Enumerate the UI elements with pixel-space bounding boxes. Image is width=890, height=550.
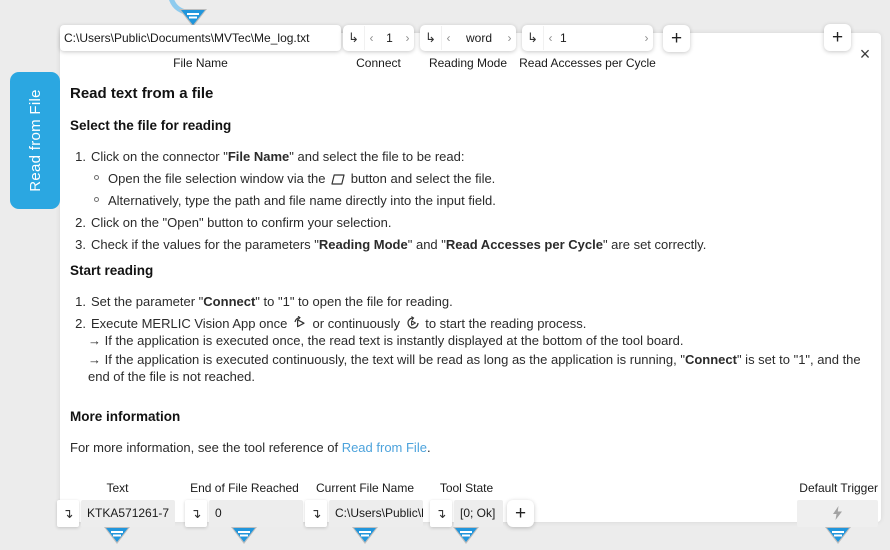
output-connector-icon[interactable]: ↴ <box>305 500 327 527</box>
connector-triangle-icon[interactable] <box>452 526 480 545</box>
connect-label: Connect <box>343 56 414 70</box>
connector-triangle-icon[interactable] <box>824 526 852 545</box>
output-eof: ↴ 0 <box>185 500 303 527</box>
execute-once-icon <box>293 316 307 330</box>
list-item-text: Click on the connector "File Name" and s… <box>91 148 464 165</box>
read-accesses-decrement-button[interactable]: ‹ <box>544 31 557 45</box>
output-tool-state-value: [0; Ok] <box>454 500 503 527</box>
output-current-file-value: C:\Users\Public\Documents\MVTec\Me_log.t… <box>329 500 423 527</box>
list-marker: 3. <box>70 236 86 253</box>
list-item-text: Alternatively, type the path and file na… <box>108 192 496 209</box>
read-accesses-label: Read Accesses per Cycle <box>507 56 668 70</box>
output-connector-icon[interactable]: ↴ <box>185 500 207 527</box>
output-label-current-file: Current File Name <box>305 481 425 495</box>
file-name-input[interactable] <box>60 25 341 51</box>
reading-mode-parameter: ↳ ‹ word › <box>420 25 516 51</box>
output-current-file: ↴ C:\Users\Public\Documents\MVTec\Me_log… <box>305 500 423 527</box>
reading-mode-next-button[interactable]: › <box>503 31 516 45</box>
list-item: Alternatively, type the path and file na… <box>70 192 872 209</box>
default-trigger-button[interactable] <box>797 500 878 527</box>
output-text-value: KTKA571261-7 <box>81 500 175 527</box>
list-item-text: Execute MERLIC Vision App once or contin… <box>91 315 586 332</box>
reading-mode-value[interactable]: word <box>455 31 503 45</box>
list-item: 1. Click on the connector "File Name" an… <box>70 148 872 165</box>
execute-continuously-icon <box>406 316 420 330</box>
connector-triangle-icon[interactable] <box>351 526 379 545</box>
output-label-eof: End of File Reached <box>185 481 304 495</box>
list-item-text: Open the file selection window via the b… <box>108 170 495 187</box>
close-icon[interactable]: × <box>855 44 875 64</box>
read-accesses-increment-button[interactable]: › <box>640 31 653 45</box>
lightning-bolt-icon <box>832 506 843 521</box>
file-name-label: File Name <box>60 56 341 70</box>
output-tool-state: ↴ [0; Ok] <box>430 500 503 527</box>
connector-arrow-icon[interactable]: ↳ <box>420 26 442 50</box>
connect-increment-button[interactable]: › <box>401 31 414 45</box>
section-heading-more-information: More information <box>70 409 872 424</box>
add-parameter-button[interactable]: + <box>663 25 690 52</box>
tool-tab-label: Read from File <box>27 89 44 192</box>
section-heading-select-file: Select the file for reading <box>70 118 872 133</box>
section-heading-start-reading: Start reading <box>70 263 872 278</box>
list-marker: 1. <box>70 148 86 165</box>
note-line: → If the application is executed once, t… <box>70 332 872 349</box>
default-trigger-label: Default Trigger <box>750 481 878 495</box>
open-file-dialog-icon <box>331 174 345 185</box>
output-text: ↴ KTKA571261-7 <box>57 500 175 527</box>
read-accesses-value[interactable]: 1 <box>557 31 640 45</box>
tool-tab-read-from-file[interactable]: Read from File <box>10 72 60 209</box>
output-label-tool-state: Tool State <box>430 481 503 495</box>
doc-title: Read text from a file <box>70 85 872 102</box>
connector-arrow-icon[interactable]: ↳ <box>343 26 365 50</box>
list-item: 2. Click on the "Open" button to confirm… <box>70 214 872 231</box>
output-connector-icon[interactable]: ↴ <box>430 500 452 527</box>
add-output-button[interactable]: + <box>507 500 534 527</box>
output-eof-value: 0 <box>209 500 303 527</box>
tool-documentation: Read text from a file Select the file fo… <box>70 85 872 456</box>
reading-mode-label: Reading Mode <box>420 56 516 70</box>
add-connector-button[interactable]: + <box>824 24 851 51</box>
reading-mode-prev-button[interactable]: ‹ <box>442 31 455 45</box>
list-marker: 1. <box>70 293 86 310</box>
list-marker: 2. <box>70 315 86 332</box>
list-marker: 2. <box>70 214 86 231</box>
input-connector-wire[interactable] <box>163 0 225 28</box>
read-from-file-link[interactable]: Read from File <box>342 440 427 455</box>
connect-parameter: ↳ ‹ 1 › <box>343 25 414 51</box>
list-item-text: Set the parameter "Connect" to "1" to op… <box>91 293 453 310</box>
connector-triangle-icon[interactable] <box>103 526 131 545</box>
bullet-circle-icon <box>94 197 99 202</box>
output-label-text: Text <box>57 481 178 495</box>
connect-value[interactable]: 1 <box>378 31 401 45</box>
list-item: 3. Check if the values for the parameter… <box>70 236 872 253</box>
connector-triangle-icon[interactable] <box>230 526 258 545</box>
output-connector-icon[interactable]: ↴ <box>57 500 79 527</box>
list-item: Open the file selection window via the b… <box>70 170 872 187</box>
read-accesses-parameter: ↳ ‹ 1 › <box>522 25 653 51</box>
connect-decrement-button[interactable]: ‹ <box>365 31 378 45</box>
list-item-text: Click on the "Open" button to confirm yo… <box>91 214 391 231</box>
more-info-paragraph: For more information, see the tool refer… <box>70 439 872 456</box>
list-item: 2. Execute MERLIC Vision App once or con… <box>70 315 872 332</box>
connector-arrow-icon[interactable]: ↳ <box>522 26 544 50</box>
list-item-text: Check if the values for the parameters "… <box>91 236 706 253</box>
note-line: → If the application is executed continu… <box>70 351 872 385</box>
list-item: 1. Set the parameter "Connect" to "1" to… <box>70 293 872 310</box>
bullet-circle-icon <box>94 175 99 180</box>
